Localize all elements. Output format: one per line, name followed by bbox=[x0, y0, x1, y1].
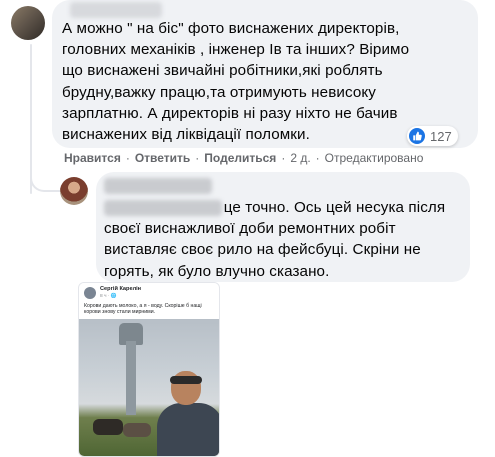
comment-actions: Нравится · Ответить · Поделиться · 2 д. … bbox=[64, 151, 423, 165]
replier-avatar[interactable] bbox=[60, 177, 88, 205]
reply-line-text: це точно. Ось цей несука після bbox=[223, 199, 446, 216]
reply-line: своєї виснажливої доби ремонтних робіт bbox=[104, 220, 396, 238]
reply-line: xxxxxxxxxxxxxxx це точно. Ось цей несука… bbox=[104, 197, 470, 218]
reply-line: горять, як було влучно сказано. bbox=[104, 262, 330, 280]
share-button[interactable]: Поделиться bbox=[204, 151, 276, 165]
cow-shape bbox=[123, 423, 151, 437]
comment-text: А можно " на біс" фото виснажених директ… bbox=[62, 18, 472, 145]
reply-line: виставляє своє рило на фейсбуці. Скріни … bbox=[104, 241, 421, 259]
commenter-avatar[interactable] bbox=[11, 6, 45, 40]
comment-line: що виснажені звичайні робітники,які робл… bbox=[62, 62, 383, 80]
like-button[interactable]: Нравится bbox=[64, 151, 121, 165]
reply-attached-image[interactable]: Сергій Карелін 8 ч · 🌐 Корови дають моло… bbox=[78, 282, 220, 457]
comment-timestamp[interactable]: 2 д. bbox=[290, 151, 310, 165]
person-sunglasses bbox=[170, 376, 202, 384]
separator-dot: · bbox=[195, 151, 200, 165]
attached-post-text: Корови дають молоко, а я - воду. Скоріше… bbox=[84, 303, 202, 316]
separator-dot: · bbox=[315, 151, 320, 165]
attached-post-avatar bbox=[84, 287, 96, 299]
water-tower-post bbox=[126, 341, 136, 415]
person-body bbox=[157, 403, 219, 456]
reaction-count: 127 bbox=[430, 128, 452, 144]
reply-button[interactable]: Ответить bbox=[135, 151, 190, 165]
attached-post-meta: 8 ч · 🌐 bbox=[100, 294, 117, 299]
cow-shape bbox=[93, 419, 123, 435]
attached-post-photo bbox=[79, 319, 219, 456]
separator-dot: · bbox=[281, 151, 286, 165]
reply-text: xxxxxxxxxxxxxxx це точно. Ось цей несука… bbox=[104, 197, 470, 282]
redacted-replier-name bbox=[104, 178, 212, 194]
reaction-summary[interactable]: 127 bbox=[407, 126, 458, 146]
comment-line: головних механіків , інженер Ів та інших… bbox=[62, 41, 410, 59]
attached-post-header: Сергій Карелін 8 ч · 🌐 Корови дають моло… bbox=[79, 283, 219, 316]
edited-label[interactable]: Отредактировано bbox=[325, 151, 424, 165]
comment-line: брудну,важку працю,та отримують невисоку bbox=[62, 83, 376, 101]
like-icon bbox=[409, 128, 425, 144]
redacted-commenter-name bbox=[70, 2, 162, 18]
separator-dot: · bbox=[125, 151, 130, 165]
comment-line: зарплатню. А директорів ні разу ніхто не… bbox=[62, 104, 398, 122]
comment-line: А можно " на біс" фото виснажених директ… bbox=[62, 20, 400, 37]
attached-post-author: Сергій Карелін bbox=[100, 286, 142, 292]
